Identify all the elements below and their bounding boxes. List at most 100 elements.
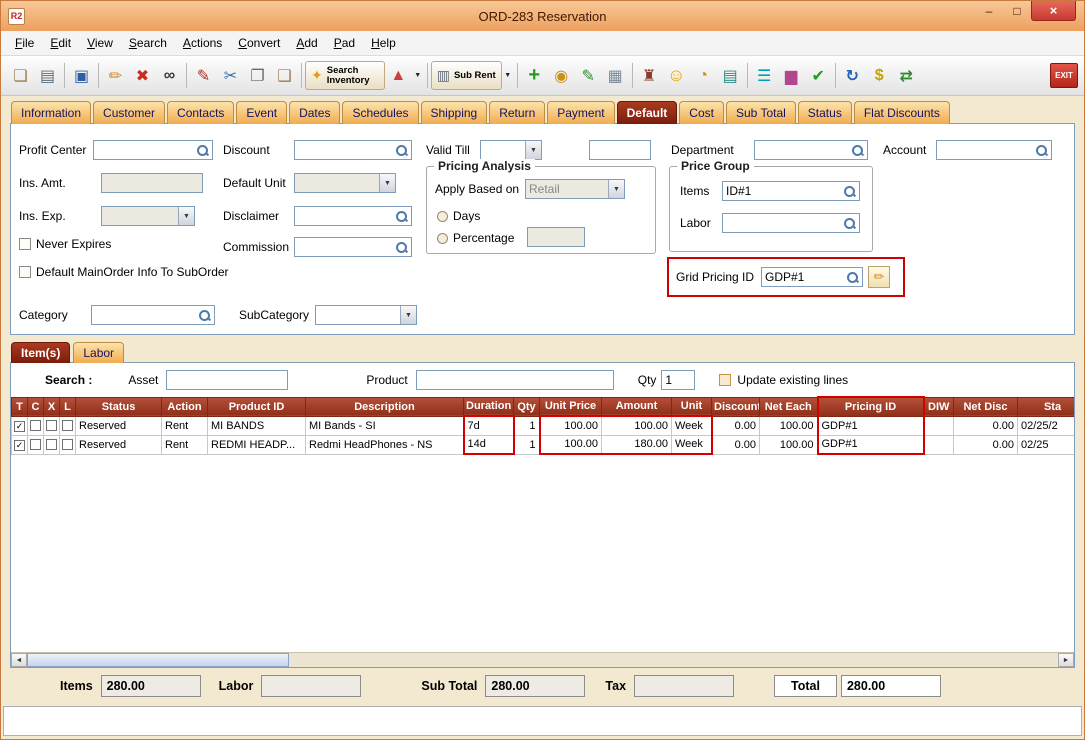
col-header-unit[interactable]: Unit bbox=[672, 397, 712, 416]
tab-status[interactable]: Status bbox=[798, 101, 852, 124]
tab-customer[interactable]: Customer bbox=[93, 101, 165, 124]
paste-icon[interactable]: ❑ bbox=[271, 62, 298, 89]
search-icon[interactable] bbox=[1035, 144, 1048, 157]
chevron-down-icon[interactable]: ▼ bbox=[525, 141, 541, 159]
search-icon[interactable] bbox=[395, 210, 408, 223]
menu-help[interactable]: Help bbox=[363, 33, 404, 53]
cell-x[interactable] bbox=[44, 416, 60, 435]
cell-c[interactable] bbox=[28, 416, 44, 435]
search-icon[interactable] bbox=[395, 241, 408, 254]
tab-return[interactable]: Return bbox=[489, 101, 545, 124]
copy-icon[interactable]: ❐ bbox=[244, 62, 271, 89]
col-header-amount[interactable]: Amount bbox=[602, 397, 672, 416]
price-group-labor-field[interactable] bbox=[722, 213, 860, 233]
cut-icon[interactable]: ✂ bbox=[217, 62, 244, 89]
tab-cost[interactable]: Cost bbox=[679, 101, 724, 124]
default-unit-select[interactable]: ▼ bbox=[294, 173, 396, 193]
sub-rent-button[interactable]: ▥Sub Rent bbox=[431, 61, 502, 90]
convert-icon[interactable]: ⇄ bbox=[893, 62, 920, 89]
tab-labor[interactable]: Labor bbox=[73, 342, 124, 363]
layers-icon[interactable]: ☰ bbox=[751, 62, 778, 89]
tab-schedules[interactable]: Schedules bbox=[342, 101, 418, 124]
table-row[interactable]: ✓ReservedRentREDMI HEADP...Redmi HeadPho… bbox=[12, 435, 1075, 454]
tab-payment[interactable]: Payment bbox=[547, 101, 614, 124]
col-header-net-disc[interactable]: Net Disc bbox=[954, 397, 1018, 416]
percentage-radio[interactable]: Percentage bbox=[437, 231, 514, 245]
apply-based-on-select[interactable]: Retail▼ bbox=[525, 179, 625, 199]
chevron-down-icon[interactable]: ▼ bbox=[608, 180, 624, 198]
search-icon[interactable] bbox=[851, 144, 864, 157]
ins-exp-select[interactable]: ▼ bbox=[101, 206, 195, 226]
refresh-icon[interactable]: ↻ bbox=[839, 62, 866, 89]
disclaimer-field[interactable] bbox=[294, 206, 412, 226]
grid-pricing-id-field[interactable]: GDP#1 bbox=[761, 267, 863, 287]
grid-icon[interactable]: ▦ bbox=[602, 62, 629, 89]
days-radio[interactable]: Days bbox=[437, 209, 480, 223]
horizontal-scrollbar[interactable]: ◄ ► bbox=[11, 652, 1074, 667]
col-header-l[interactable]: L bbox=[60, 397, 76, 416]
radio-icon[interactable] bbox=[437, 233, 448, 244]
select-checkbox[interactable]: ✓ bbox=[14, 421, 25, 432]
col-header-c[interactable]: C bbox=[28, 397, 44, 416]
col-header-product-id[interactable]: Product ID bbox=[208, 397, 306, 416]
default-mainorder-checkbox[interactable]: Default MainOrder Info To SubOrder bbox=[19, 265, 229, 279]
department-field[interactable] bbox=[754, 140, 868, 160]
l-checkbox[interactable] bbox=[62, 439, 73, 450]
edit-document-icon[interactable]: ✎ bbox=[190, 62, 217, 89]
scrollbar-thumb[interactable] bbox=[27, 653, 289, 667]
scroll-left-icon[interactable]: ◄ bbox=[11, 653, 27, 667]
product-shapes-dropdown[interactable]: ▼ bbox=[412, 62, 424, 89]
col-header-pricing-id[interactable]: Pricing ID bbox=[818, 397, 924, 416]
checkbox-icon[interactable] bbox=[19, 266, 31, 278]
valid-till-input[interactable] bbox=[589, 140, 651, 160]
tab-item-s-[interactable]: Item(s) bbox=[11, 342, 70, 363]
money-icon[interactable]: $ bbox=[866, 62, 893, 89]
status-circles-icon[interactable]: ◉ bbox=[548, 62, 575, 89]
search-inventory-button[interactable]: ✦Search Inventory bbox=[305, 61, 385, 90]
menu-edit[interactable]: Edit bbox=[42, 33, 79, 53]
tab-contacts[interactable]: Contacts bbox=[167, 101, 234, 124]
col-header-net-each[interactable]: Net Each bbox=[760, 397, 818, 416]
save-icon[interactable]: ▣ bbox=[68, 62, 95, 89]
radio-icon[interactable] bbox=[437, 211, 448, 222]
price-group-items-field[interactable]: ID#1 bbox=[722, 181, 860, 201]
sub-rent-dropdown[interactable]: ▼ bbox=[502, 62, 514, 89]
col-header-x[interactable]: X bbox=[44, 397, 60, 416]
menu-search[interactable]: Search bbox=[121, 33, 175, 53]
tab-sub-total[interactable]: Sub Total bbox=[726, 101, 796, 124]
cell-t[interactable]: ✓ bbox=[12, 435, 28, 454]
search-icon[interactable] bbox=[843, 185, 856, 198]
profit-center-field[interactable] bbox=[93, 140, 213, 160]
notebook-icon[interactable]: ▤ bbox=[717, 62, 744, 89]
account-field[interactable] bbox=[936, 140, 1052, 160]
l-checkbox[interactable] bbox=[62, 420, 73, 431]
cell-l[interactable] bbox=[60, 435, 76, 454]
chevron-down-icon[interactable]: ▼ bbox=[178, 207, 194, 225]
scroll-right-icon[interactable]: ► bbox=[1058, 653, 1074, 667]
search-icon[interactable] bbox=[846, 271, 859, 284]
add-icon[interactable]: + bbox=[521, 62, 548, 89]
search-icon[interactable] bbox=[395, 144, 408, 157]
ins-amt-field[interactable] bbox=[101, 173, 203, 193]
cell-l[interactable] bbox=[60, 416, 76, 435]
print-icon[interactable]: ▤ bbox=[34, 62, 61, 89]
menu-pad[interactable]: Pad bbox=[326, 33, 363, 53]
clock-icon[interactable]: ◔ bbox=[690, 62, 717, 89]
col-header-qty[interactable]: Qty bbox=[514, 397, 540, 416]
update-existing-checkbox[interactable] bbox=[719, 374, 731, 386]
exit-button[interactable]: EXIT bbox=[1050, 63, 1078, 88]
tab-flat-discounts[interactable]: Flat Discounts bbox=[854, 101, 950, 124]
tab-dates[interactable]: Dates bbox=[289, 101, 340, 124]
asset-input[interactable] bbox=[166, 370, 288, 390]
building-icon[interactable]: ♜ bbox=[636, 62, 663, 89]
menu-file[interactable]: File bbox=[7, 33, 42, 53]
cell-c[interactable] bbox=[28, 435, 44, 454]
chevron-down-icon[interactable]: ▼ bbox=[379, 174, 395, 192]
smiley-icon[interactable]: ☺ bbox=[663, 62, 690, 89]
category-field[interactable] bbox=[91, 305, 215, 325]
menu-actions[interactable]: Actions bbox=[175, 33, 230, 53]
edit-pencil-icon[interactable]: ✏ bbox=[102, 62, 129, 89]
minimize-button[interactable]: – bbox=[975, 1, 1003, 21]
cell-t[interactable]: ✓ bbox=[12, 416, 28, 435]
tab-event[interactable]: Event bbox=[236, 101, 287, 124]
